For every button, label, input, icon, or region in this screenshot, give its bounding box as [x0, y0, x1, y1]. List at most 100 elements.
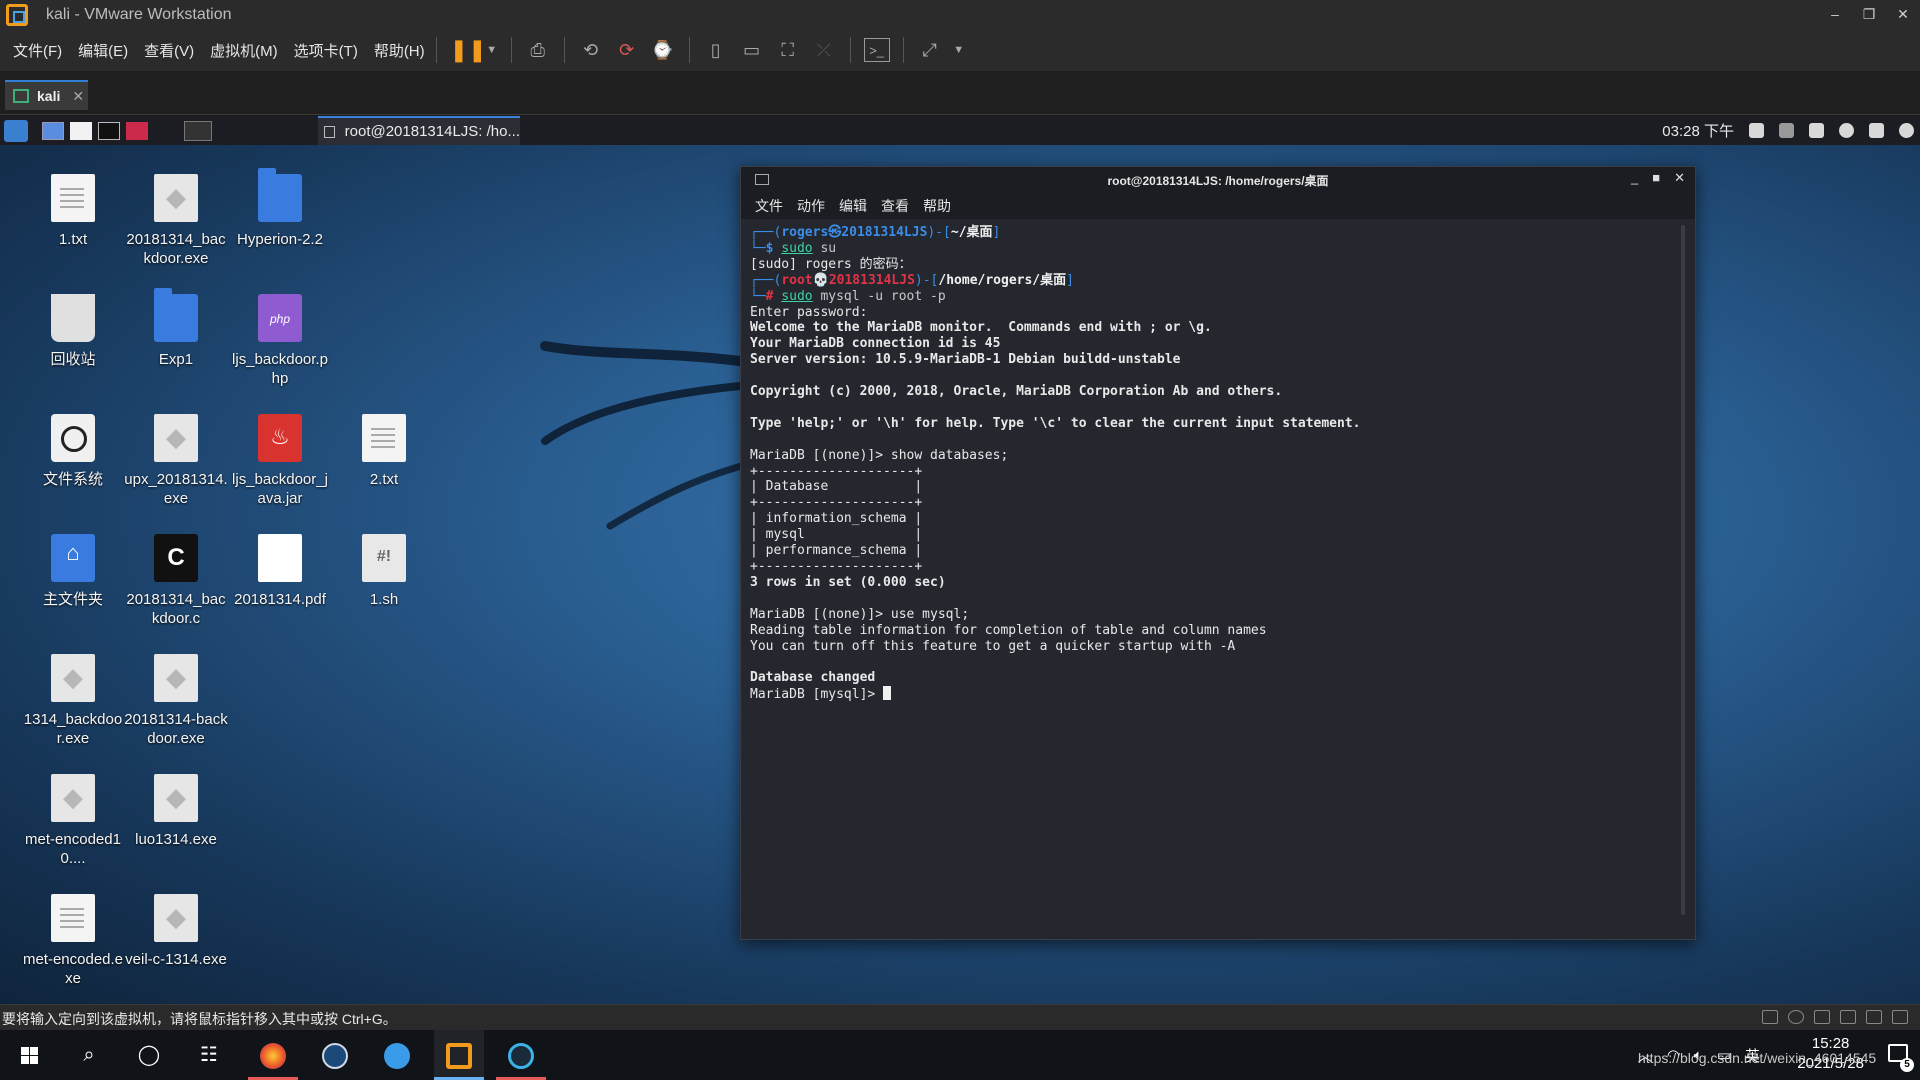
firefox-icon[interactable]: [248, 1030, 298, 1080]
terminal-titlebar[interactable]: root@20181314LJS: /home/rogers/桌面 _ ■ ✕: [741, 167, 1695, 193]
terminal-launcher-icon[interactable]: [98, 121, 120, 140]
close-tab-icon[interactable]: ✕: [72, 88, 84, 105]
terminal-menu-help[interactable]: 帮助: [923, 196, 951, 216]
network-icon[interactable]: [1839, 123, 1854, 138]
stretch-guest-icon[interactable]: ⤢: [917, 38, 943, 62]
terminal-menu-edit[interactable]: 编辑: [839, 196, 867, 216]
snapshot-manager-icon[interactable]: ⌚: [650, 38, 676, 62]
browser-launcher-icon[interactable]: [126, 121, 148, 140]
desktop-icon-met-encoded10[interactable]: met-encoded10....: [21, 774, 125, 868]
menu-tabs[interactable]: 选项卡(T): [294, 40, 358, 61]
maximize-icon[interactable]: ■: [1652, 170, 1660, 186]
full-screen-icon[interactable]: ⛶: [775, 38, 801, 62]
desktop-icon-upx-exe[interactable]: upx_20181314.exe: [124, 414, 228, 508]
send-ctrl-alt-del-icon[interactable]: ⎙: [525, 38, 551, 62]
menu-vm[interactable]: 虚拟机(M): [210, 40, 278, 61]
desktop-icon-exp1[interactable]: Exp1: [124, 288, 228, 369]
desktop-icon-2-txt[interactable]: 2.txt: [332, 414, 436, 489]
cd-rom-icon[interactable]: [1788, 1010, 1804, 1024]
task-view-icon[interactable]: ☷: [184, 1030, 234, 1080]
cortana-icon[interactable]: ◯: [124, 1030, 174, 1080]
output-line: +--------------------+: [750, 463, 923, 479]
exe-file-icon: [154, 654, 198, 702]
terminal-menu-file[interactable]: 文件: [755, 196, 783, 216]
close-icon[interactable]: ✕: [1886, 0, 1920, 29]
dropdown-arrow-icon[interactable]: ▼: [486, 38, 498, 62]
terminal-output[interactable]: ┌──(rogers㉿20181314LJS)-[~/桌面] └─$ sudo s…: [750, 225, 1680, 933]
power-icon[interactable]: [1899, 123, 1914, 138]
terminal-icon: [324, 125, 335, 138]
guest-desktop[interactable]: root@20181314LJS: /ho... 03:28 下午 1.txt …: [0, 116, 1920, 1004]
desktop-icon-home[interactable]: 主文件夹: [21, 534, 125, 609]
desktop-icon-jar[interactable]: ljs_backdoor_java.jar: [228, 414, 332, 508]
app-icon-2[interactable]: [496, 1030, 546, 1080]
console-view-icon[interactable]: >_: [863, 38, 890, 62]
desktop-icon-met-encoded-exe[interactable]: met-encoded.exe: [21, 894, 125, 988]
desktop-icon-pdf[interactable]: 20181314.pdf: [228, 534, 332, 609]
terminal-menu-actions[interactable]: 动作: [797, 196, 825, 216]
kali-menu-icon[interactable]: [4, 119, 28, 142]
minimize-icon[interactable]: _: [1631, 170, 1638, 186]
printer-icon[interactable]: [1840, 1010, 1856, 1024]
file-manager-icon[interactable]: [70, 121, 92, 140]
windows-taskbar: ⌕ ◯ ☷ ︿ ◠ 🔈︎ ▭ 英 15:28 2021/5/28 https:/…: [0, 1030, 1920, 1080]
display-icon[interactable]: [1892, 1010, 1908, 1024]
library-view-icon[interactable]: ▯: [703, 38, 729, 62]
app-icon[interactable]: [372, 1030, 422, 1080]
exe-file-icon: [154, 414, 198, 462]
folder-icon: [258, 168, 302, 222]
desktop-icon-veil-exe[interactable]: veil-c-1314.exe: [124, 894, 228, 969]
pause-icon[interactable]: ❚❚: [450, 38, 487, 62]
desktop-icon-label: 20181314_backdoor.exe: [126, 231, 226, 267]
tab-kali[interactable]: kali ✕: [5, 80, 88, 110]
desktop-icon-1314-backdoor-exe[interactable]: 1314_backdoor.exe: [21, 654, 125, 748]
desktop-icon-20181314-backdoor-exe[interactable]: 20181314-backdoor.exe: [124, 654, 228, 748]
kali-clock[interactable]: 03:28 下午: [1662, 120, 1734, 141]
volume-icon[interactable]: [1779, 123, 1794, 138]
restore-icon[interactable]: ❐: [1852, 0, 1886, 29]
desktop-icon-label: 20181314.pdf: [234, 591, 326, 608]
desktop-icon-hyperion[interactable]: Hyperion-2.2: [228, 168, 332, 249]
snapshot-icon[interactable]: ⟲: [578, 38, 604, 62]
start-button[interactable]: [4, 1030, 54, 1080]
minimize-icon[interactable]: –: [1818, 0, 1852, 29]
lock-icon[interactable]: [1869, 123, 1884, 138]
terminal-scrollbar[interactable]: [1681, 225, 1685, 915]
terminal-menu-view[interactable]: 查看: [881, 196, 909, 216]
thumbnail-view-icon[interactable]: ▭: [739, 38, 765, 62]
desktop-icon-label: ljs_backdoor_java.jar: [232, 471, 328, 507]
desktop-icon-backdoor-exe[interactable]: 20181314_backdoor.exe: [124, 174, 228, 268]
notification-bell-icon[interactable]: [1809, 123, 1824, 138]
terminal-cursor: [883, 686, 892, 701]
display-icon[interactable]: [1749, 123, 1764, 138]
menu-help[interactable]: 帮助(H): [374, 40, 425, 61]
sound-card-icon[interactable]: [1866, 1010, 1882, 1024]
terminal-window[interactable]: root@20181314LJS: /home/rogers/桌面 _ ■ ✕ …: [740, 166, 1696, 940]
desktop-icon-1-txt[interactable]: 1.txt: [21, 174, 125, 249]
show-desktop-icon[interactable]: [42, 121, 64, 140]
hard-disk-icon[interactable]: [1762, 1010, 1778, 1024]
desktop-icon-filesystem[interactable]: 文件系统: [21, 414, 125, 489]
desktop-icon-ljs-backdoor-php[interactable]: ljs_backdoor.php: [228, 294, 332, 388]
steam-icon[interactable]: [310, 1030, 360, 1080]
taskbar-terminal-button[interactable]: root@20181314LJS: /ho...: [318, 116, 520, 145]
desktop-icon-label: upx_20181314.exe: [124, 471, 228, 507]
desktop-icon-luo1314-exe[interactable]: luo1314.exe: [124, 774, 228, 849]
desktop-icon-label: luo1314.exe: [135, 831, 217, 848]
menu-file[interactable]: 文件(F): [13, 40, 62, 61]
menu-view[interactable]: 查看(V): [144, 40, 194, 61]
search-icon[interactable]: ⌕: [64, 1030, 114, 1080]
vmware-taskbar-icon[interactable]: [434, 1030, 484, 1080]
unity-icon[interactable]: ⤫: [811, 38, 837, 62]
revert-snapshot-icon[interactable]: ⟳: [614, 38, 640, 62]
command-line: └─$ sudo su: [750, 240, 837, 256]
desktop-icon-1-sh[interactable]: 1.sh: [332, 534, 436, 609]
menu-edit[interactable]: 编辑(E): [78, 40, 128, 61]
close-icon[interactable]: ✕: [1674, 170, 1685, 186]
desktop-icon-trash[interactable]: 回收站: [21, 294, 125, 369]
dropdown-arrow-icon[interactable]: ▼: [953, 38, 965, 62]
desktop-icon-backdoor-c[interactable]: 20181314_backdoor.c: [124, 534, 228, 628]
network-adapter-icon[interactable]: [1814, 1010, 1830, 1024]
workspace-switcher[interactable]: [184, 120, 212, 141]
